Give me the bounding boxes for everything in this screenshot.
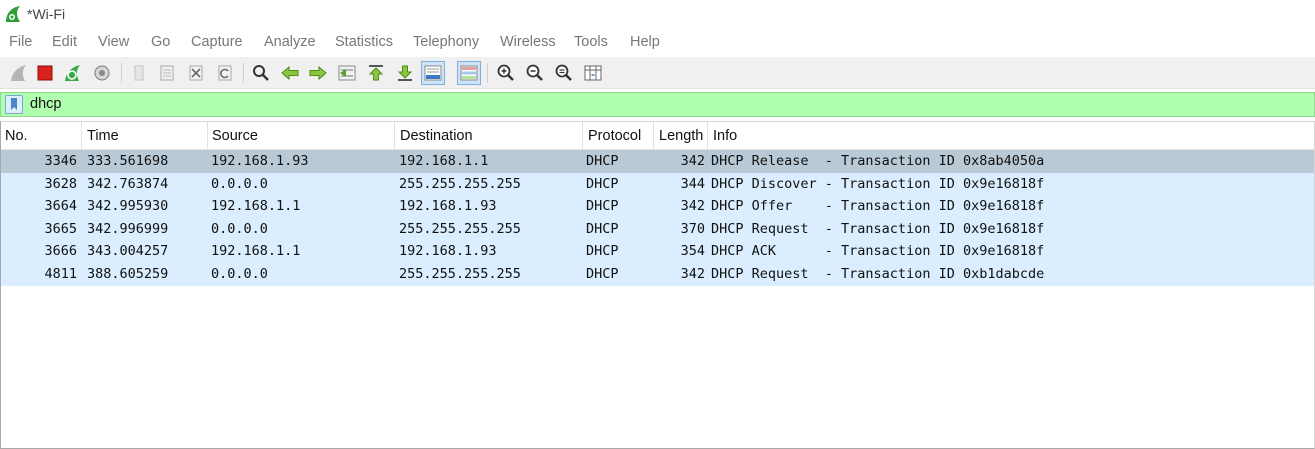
normal-size-icon[interactable] [552, 61, 576, 85]
menu-edit[interactable]: Edit [52, 34, 77, 50]
packet-length: 342 [680, 198, 705, 215]
menu-help[interactable]: Help [630, 34, 660, 50]
go-to-last-packet-icon[interactable] [393, 61, 417, 85]
menu-file[interactable]: File [9, 34, 32, 50]
packet-protocol: DHCP [586, 220, 619, 237]
menu-capture[interactable]: Capture [191, 34, 243, 50]
packet-destination: 255.255.255.255 [399, 220, 521, 237]
stop-capture-icon[interactable] [33, 61, 57, 85]
column-header-destination[interactable]: Destination [396, 122, 583, 150]
packet-protocol: DHCP [586, 243, 619, 260]
resize-columns-icon[interactable] [581, 61, 605, 85]
column-header-length[interactable]: Length [655, 122, 708, 150]
packet-length: 342 [680, 153, 705, 169]
packet-no: 3628 [44, 175, 77, 192]
packet-row[interactable]: 3664 342.995930 192.168.1.1 192.168.1.93… [1, 195, 1314, 218]
menu-wireless[interactable]: Wireless [500, 34, 556, 50]
menu-go[interactable]: Go [151, 34, 170, 50]
packet-list-header: No. Time Source Destination Protocol Len… [1, 122, 1314, 150]
auto-scroll-icon[interactable] [421, 61, 445, 85]
packet-no: 4811 [44, 266, 77, 282]
packet-row[interactable]: 3346 333.561698 192.168.1.93 192.168.1.1… [1, 150, 1314, 173]
open-file-icon[interactable] [127, 61, 151, 85]
packet-destination: 192.168.1.93 [399, 243, 497, 260]
display-filter-bar[interactable]: dhcp [0, 92, 1315, 117]
packet-row[interactable]: 4811 388.605259 0.0.0.0 255.255.255.255 … [1, 263, 1314, 286]
packet-info: DHCP Discover - Transaction ID 0x9e16818… [711, 175, 1045, 192]
packet-row[interactable]: 3628 342.763874 0.0.0.0 255.255.255.255 … [1, 172, 1314, 196]
packet-row[interactable]: 3665 342.996999 0.0.0.0 255.255.255.255 … [1, 217, 1314, 241]
packet-info: DHCP Request - Transaction ID 0xb1dabcde [711, 266, 1045, 282]
reload-file-icon[interactable] [213, 61, 237, 85]
column-header-no[interactable]: No. [1, 122, 82, 150]
packet-no: 3346 [44, 153, 77, 169]
packet-source: 0.0.0.0 [211, 220, 268, 237]
menu-statistics[interactable]: Statistics [335, 34, 393, 50]
packet-source: 192.168.1.1 [211, 243, 301, 260]
shark-fin-start-icon[interactable] [7, 61, 31, 85]
packet-protocol: DHCP [586, 153, 619, 169]
packet-time: 388.605259 [87, 266, 169, 282]
packet-time: 343.004257 [87, 243, 169, 260]
packet-info: DHCP Offer - Transaction ID 0x9e16818f [711, 198, 1045, 215]
packet-destination: 255.255.255.255 [399, 266, 521, 282]
find-packet-icon[interactable] [249, 61, 273, 85]
packet-time: 342.996999 [87, 220, 169, 237]
close-file-icon[interactable] [184, 61, 208, 85]
go-to-first-packet-icon[interactable] [364, 61, 388, 85]
colorize-icon[interactable] [457, 61, 481, 85]
packet-no: 3665 [44, 220, 77, 237]
title-bar: *Wi-Fi [0, 0, 1315, 30]
packet-source: 0.0.0.0 [211, 175, 268, 192]
packet-time: 342.995930 [87, 198, 169, 215]
zoom-in-icon[interactable] [494, 61, 518, 85]
packet-no: 3666 [44, 243, 77, 260]
menu-telephony[interactable]: Telephony [413, 34, 479, 50]
column-header-source[interactable]: Source [208, 122, 395, 150]
packet-list[interactable]: No. Time Source Destination Protocol Len… [0, 121, 1315, 449]
packet-info: DHCP Request - Transaction ID 0x9e16818f [711, 220, 1045, 237]
menu-tools[interactable]: Tools [574, 34, 608, 50]
go-to-packet-icon[interactable] [335, 61, 359, 85]
packet-length: 370 [680, 220, 705, 237]
packet-length: 344 [680, 175, 705, 192]
capture-options-icon[interactable] [90, 61, 114, 85]
packet-source: 192.168.1.1 [211, 198, 301, 215]
go-forward-icon[interactable] [306, 61, 330, 85]
packet-source: 0.0.0.0 [211, 266, 268, 282]
column-header-time[interactable]: Time [83, 122, 208, 150]
packet-source: 192.168.1.93 [211, 153, 309, 169]
packet-length: 342 [680, 266, 705, 282]
packet-no: 3664 [44, 198, 77, 215]
menu-bar: File Edit View Go Capture Analyze Statis… [0, 30, 1315, 56]
window-title: *Wi-Fi [27, 6, 66, 22]
go-back-icon[interactable] [278, 61, 302, 85]
bookmark-icon[interactable] [5, 95, 23, 114]
packet-destination: 192.168.1.93 [399, 198, 497, 215]
packet-length: 354 [680, 243, 705, 260]
packet-protocol: DHCP [586, 266, 619, 282]
wireshark-app-icon [6, 6, 20, 22]
save-file-icon[interactable] [155, 61, 179, 85]
column-header-protocol[interactable]: Protocol [584, 122, 654, 150]
packet-destination: 255.255.255.255 [399, 175, 521, 192]
column-header-info[interactable]: Info [709, 122, 1314, 150]
packet-time: 333.561698 [87, 153, 169, 169]
packet-protocol: DHCP [586, 175, 619, 192]
packet-info: DHCP ACK - Transaction ID 0x9e16818f [711, 243, 1045, 260]
menu-view[interactable]: View [98, 34, 129, 50]
packet-time: 342.763874 [87, 175, 169, 192]
display-filter-input[interactable]: dhcp [30, 96, 61, 112]
packet-protocol: DHCP [586, 198, 619, 215]
packet-info: DHCP Release - Transaction ID 0x8ab4050a [711, 153, 1045, 169]
menu-analyze[interactable]: Analyze [264, 34, 316, 50]
restart-capture-icon[interactable] [61, 61, 85, 85]
packet-row[interactable]: 3666 343.004257 192.168.1.1 192.168.1.93… [1, 240, 1314, 263]
main-toolbar [0, 57, 1315, 89]
packet-destination: 192.168.1.1 [399, 153, 489, 169]
zoom-out-icon[interactable] [523, 61, 547, 85]
